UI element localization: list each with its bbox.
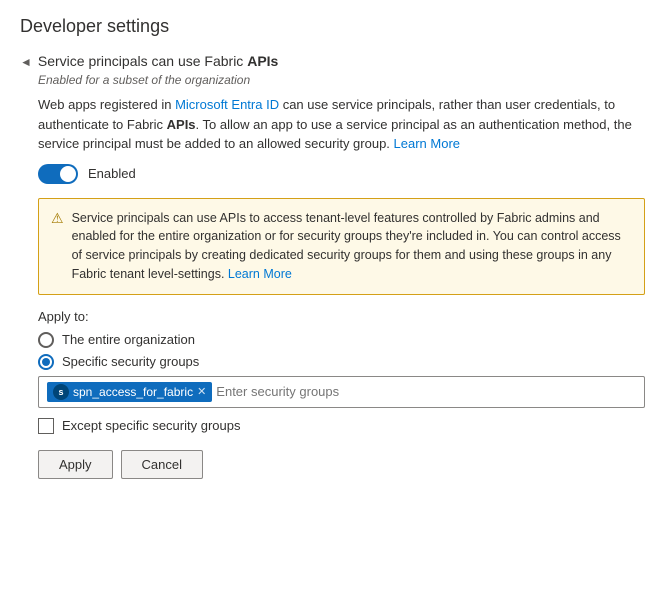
radio-specific-groups[interactable]: Specific security groups — [38, 354, 645, 370]
tag-close-button[interactable]: ✕ — [197, 385, 206, 398]
security-groups-text-input[interactable] — [216, 384, 636, 399]
apply-to-label: Apply to: — [38, 309, 645, 324]
radio-entire-org-button[interactable] — [38, 332, 54, 348]
entra-id-link[interactable]: Microsoft Entra ID — [175, 97, 279, 112]
learn-more-link-2[interactable]: Learn More — [228, 267, 292, 281]
warning-box: ⚠ Service principals can use APIs to acc… — [38, 198, 645, 295]
except-groups-checkbox[interactable] — [38, 418, 54, 434]
tag-name: spn_access_for_fabric — [73, 385, 193, 399]
security-groups-input-container[interactable]: s spn_access_for_fabric ✕ — [38, 376, 645, 408]
enabled-toggle[interactable] — [38, 164, 78, 184]
collapse-icon[interactable]: ◄ — [20, 55, 32, 69]
except-groups-label: Except specific security groups — [62, 418, 240, 433]
section-title-bold: APIs — [247, 53, 278, 69]
toggle-label: Enabled — [88, 166, 136, 181]
section-title-plain: Service principals can use Fabric — [38, 53, 247, 69]
radio-entire-org-label: The entire organization — [62, 332, 195, 347]
tag-avatar: s — [53, 384, 69, 400]
section-header: ◄ Service principals can use Fabric APIs — [20, 53, 645, 69]
apply-button[interactable]: Apply — [38, 450, 113, 479]
radio-specific-groups-button[interactable] — [38, 354, 54, 370]
warning-icon: ⚠ — [51, 210, 64, 227]
warning-text: Service principals can use APIs to acces… — [72, 209, 632, 284]
toggle-row: Enabled — [38, 164, 645, 184]
warning-text-content: Service principals can use APIs to acces… — [72, 211, 621, 281]
cancel-button[interactable]: Cancel — [121, 450, 203, 479]
section-subtitle: Enabled for a subset of the organization — [38, 73, 645, 87]
except-groups-checkbox-row[interactable]: Except specific security groups — [38, 418, 645, 434]
page-title: Developer settings — [20, 16, 645, 37]
radio-specific-groups-label: Specific security groups — [62, 354, 199, 369]
learn-more-link-1[interactable]: Learn More — [394, 136, 460, 151]
section-description: Web apps registered in Microsoft Entra I… — [38, 95, 645, 154]
desc-text-1: Web apps registered in — [38, 97, 175, 112]
button-row: Apply Cancel — [38, 450, 645, 479]
section-title: Service principals can use Fabric APIs — [38, 53, 278, 69]
radio-entire-org[interactable]: The entire organization — [38, 332, 645, 348]
tag-spn-access: s spn_access_for_fabric ✕ — [47, 382, 212, 402]
